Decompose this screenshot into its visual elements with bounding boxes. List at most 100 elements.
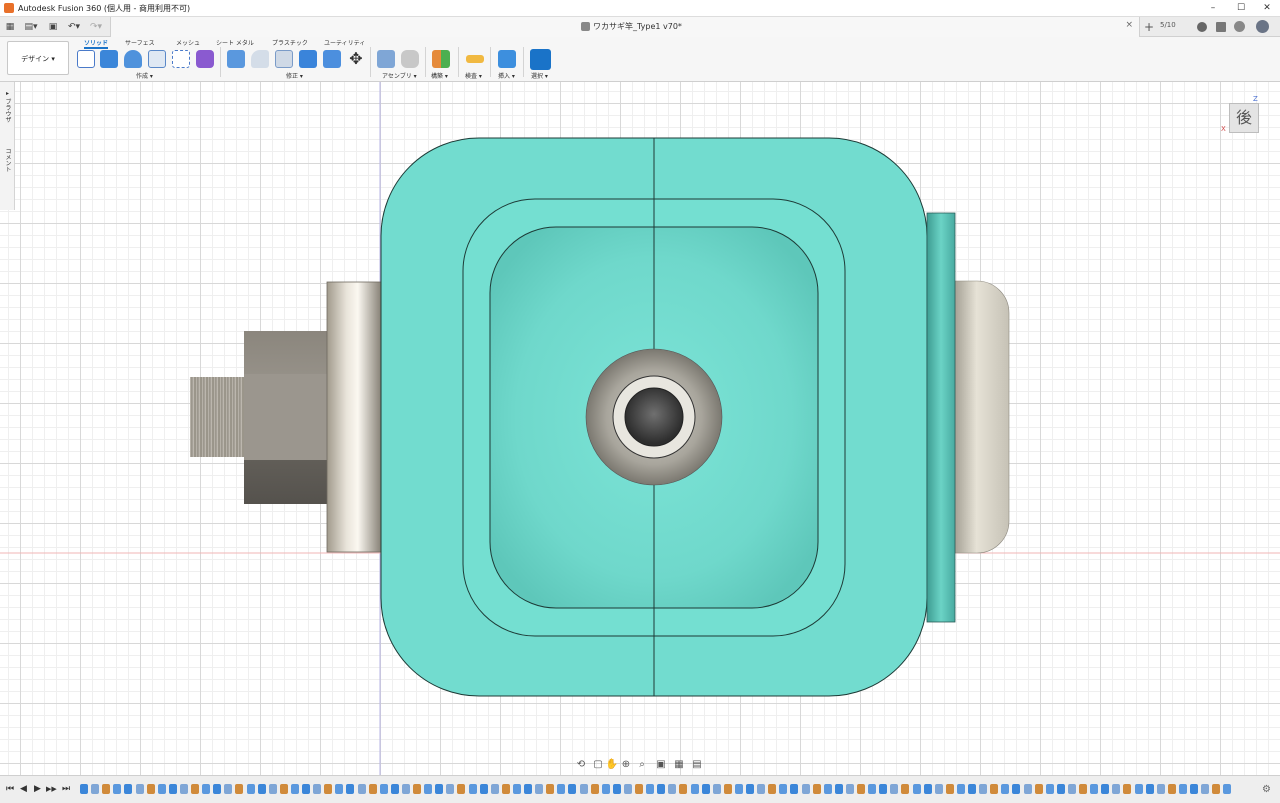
timeline-feature-icon[interactable] (446, 784, 455, 794)
timeline-feature-icon[interactable] (257, 784, 266, 794)
timeline-feature-icon[interactable] (1112, 784, 1121, 794)
timeline-feature-icon[interactable] (912, 784, 921, 794)
timeline-feature-icon[interactable] (879, 784, 888, 794)
timeline-feature-icon[interactable] (923, 784, 932, 794)
timeline-feature-icon[interactable] (901, 784, 910, 794)
timeline-feature-icon[interactable] (213, 784, 222, 794)
timeline-feature-icon[interactable] (845, 784, 854, 794)
timeline-feature-icon[interactable] (168, 784, 177, 794)
timeline-feature-icon[interactable] (1079, 784, 1087, 794)
timeline-feature-icon[interactable] (224, 784, 233, 794)
timeline-feature-icon[interactable] (768, 784, 777, 794)
timeline-feature-icon[interactable] (91, 784, 100, 794)
timeline-feature-icon[interactable] (424, 784, 433, 794)
comments-toggle[interactable]: コメント (3, 148, 12, 172)
job-status[interactable]: 5/10 (1160, 21, 1176, 29)
timeline-feature-icon[interactable] (968, 784, 976, 794)
timeline-feature-icon[interactable] (790, 784, 799, 794)
create-form-icon[interactable] (196, 50, 214, 68)
timeline-feature-icon[interactable] (601, 784, 610, 794)
timeline-feature-icon[interactable] (979, 784, 988, 794)
timeline-feature-icon[interactable] (557, 784, 566, 794)
timeline-feature-icon[interactable] (546, 784, 555, 794)
tab-solid[interactable]: ソリッド (84, 38, 109, 49)
group-select[interactable]: 選択 ▾ (531, 71, 548, 80)
document-tab[interactable]: ワカサギ竿_Type1 v70* × (110, 17, 1140, 37)
tab-sheet-metal[interactable]: シート メタル (216, 38, 254, 47)
tab-utility[interactable]: ユーティリティ (324, 38, 365, 47)
3d-viewport[interactable] (0, 82, 1280, 775)
timeline-feature-icon[interactable] (390, 784, 399, 794)
insert-image-icon[interactable] (498, 50, 516, 68)
grid-icon[interactable]: ▦ (4, 20, 16, 34)
timeline-feature-icon[interactable] (812, 784, 821, 794)
timeline-feature-icon[interactable] (346, 784, 355, 794)
timeline-feature-icon[interactable] (568, 784, 577, 794)
viewcube[interactable]: 後 (1229, 103, 1259, 133)
timeline-feature-icon[interactable] (1134, 784, 1143, 794)
select-icon[interactable] (530, 49, 551, 70)
timeline-feature-icon[interactable] (701, 784, 710, 794)
timeline-feature-icon[interactable] (868, 784, 877, 794)
timeline-feature-icon[interactable] (102, 784, 111, 794)
tab-surface[interactable]: サーフェス (125, 38, 155, 47)
offset-plane-icon[interactable] (432, 50, 450, 68)
timeline-feature-icon[interactable] (690, 784, 699, 794)
extrude-icon[interactable] (100, 50, 118, 68)
timeline-feature-icon[interactable] (1001, 784, 1010, 794)
timeline-feature-icon[interactable] (302, 784, 310, 794)
create-sketch-icon[interactable] (77, 50, 95, 68)
pattern-icon[interactable] (172, 50, 190, 68)
timeline-feature-icon[interactable] (679, 784, 688, 794)
timeline-feature-icon[interactable] (579, 784, 588, 794)
timeline-next-button[interactable]: ▶▶ (46, 785, 57, 793)
minimize-button[interactable]: – (1198, 1, 1228, 15)
timeline-feature-icon[interactable] (1023, 784, 1032, 794)
viewports-icon[interactable]: ▤ (690, 758, 704, 772)
tab-plastic[interactable]: プラスチック (272, 38, 308, 47)
timeline-feature-icon[interactable] (80, 784, 88, 794)
shell-icon[interactable] (299, 50, 317, 68)
timeline-feature-icon[interactable] (712, 784, 721, 794)
timeline-feature-icon[interactable] (435, 784, 444, 794)
close-tab-button[interactable]: × (1125, 20, 1133, 30)
timeline-first-button[interactable]: ⏮ (6, 784, 14, 794)
timeline-feature-icon[interactable] (1201, 784, 1210, 794)
timeline-feature-icon[interactable] (357, 784, 366, 794)
close-window-button[interactable]: ✕ (1252, 1, 1280, 15)
timeline-prev-button[interactable]: ◀ (20, 784, 27, 794)
timeline-feature-icon[interactable] (468, 784, 477, 794)
timeline-feature-icon[interactable] (290, 784, 299, 794)
press-pull-icon[interactable] (227, 50, 245, 68)
group-inspect[interactable]: 検査 ▾ (465, 71, 482, 80)
new-component-icon[interactable] (377, 50, 395, 68)
timeline-feature-icon[interactable] (1156, 784, 1165, 794)
grid-settings-icon[interactable]: ▦ (672, 758, 686, 772)
timeline-feature-icon[interactable] (379, 784, 388, 794)
timeline-feature-icon[interactable] (1045, 784, 1054, 794)
timeline-feature-icon[interactable] (335, 784, 344, 794)
timeline-feature-icon[interactable] (657, 784, 666, 794)
timeline-feature-icon[interactable] (202, 784, 211, 794)
timeline-feature-icon[interactable] (1190, 784, 1198, 794)
timeline-feature-icon[interactable] (945, 784, 954, 794)
timeline-feature-icon[interactable] (635, 784, 643, 794)
chamfer-icon[interactable] (275, 50, 293, 68)
timeline-feature-icon[interactable] (124, 784, 133, 794)
timeline-feature-icon[interactable] (779, 784, 788, 794)
fit-icon[interactable]: ⌕ (635, 758, 649, 772)
timeline-feature-icon[interactable] (457, 784, 466, 794)
timeline-feature-icon[interactable] (279, 784, 288, 794)
timeline-feature-icon[interactable] (1223, 784, 1232, 794)
timeline-feature-icon[interactable] (490, 784, 499, 794)
timeline-feature-icon[interactable] (535, 784, 544, 794)
timeline-feature-icon[interactable] (590, 784, 599, 794)
timeline-feature-icon[interactable] (890, 784, 899, 794)
timeline-feature-icon[interactable] (479, 784, 488, 794)
avatar[interactable] (1256, 20, 1269, 33)
new-tab-button[interactable]: + (1142, 20, 1156, 34)
timeline-last-button[interactable]: ⏭ (62, 784, 70, 794)
workspace-switcher[interactable]: デザイン ▾ (7, 41, 69, 75)
timeline-feature-icon[interactable] (990, 784, 999, 794)
help-icon[interactable] (1234, 21, 1245, 32)
